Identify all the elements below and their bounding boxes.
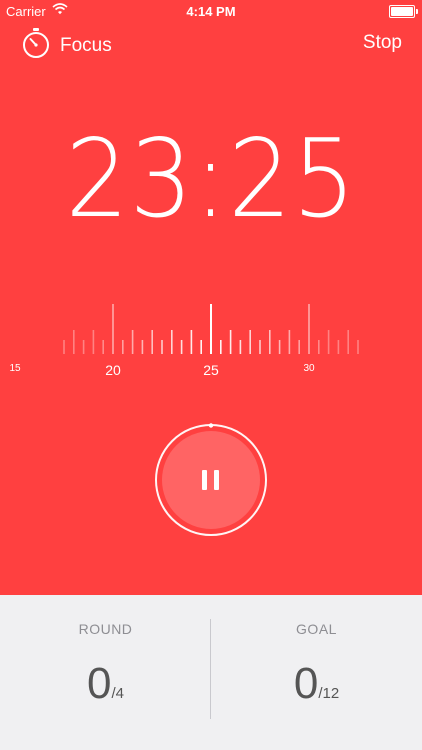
timer-panel: Carrier 4:14 PM Focus Stop 23:25 15 20 2…: [0, 0, 422, 595]
ruler-label: 30: [303, 363, 315, 374]
goal-total: /12: [318, 685, 340, 702]
status-bar: Carrier 4:14 PM: [0, 0, 422, 22]
ruler-ticks: [63, 304, 359, 354]
ruler-label: 25: [203, 362, 219, 378]
pause-icon: [202, 470, 207, 490]
goal-label: GOAL: [296, 621, 337, 637]
timer-display: 23:25: [65, 117, 357, 242]
pause-button[interactable]: [162, 431, 260, 529]
nav-focus[interactable]: Focus: [22, 28, 112, 63]
ruler-labels: 15 20 25 30: [9, 362, 315, 378]
round-total: /4: [111, 685, 124, 702]
goal-value: 0: [293, 659, 319, 708]
timer-control: [154, 423, 268, 537]
status-time: 4:14 PM: [186, 4, 236, 19]
round-label: ROUND: [78, 621, 133, 637]
battery-icon: [389, 5, 418, 18]
nav-title: Focus: [60, 34, 112, 56]
stopwatch-icon: [22, 28, 50, 63]
stop-button[interactable]: Stop: [363, 32, 402, 54]
ruler-label: 15: [9, 363, 21, 374]
stats-panel: ROUND 0/4 GOAL 0/12: [0, 595, 422, 750]
round-value: 0: [87, 659, 112, 708]
time-ruler[interactable]: 15 20 25 30: [0, 300, 422, 380]
focus-screen: Carrier 4:14 PM Focus Stop 23:25 15 20 2…: [0, 0, 422, 750]
ruler-label: 20: [105, 362, 121, 378]
